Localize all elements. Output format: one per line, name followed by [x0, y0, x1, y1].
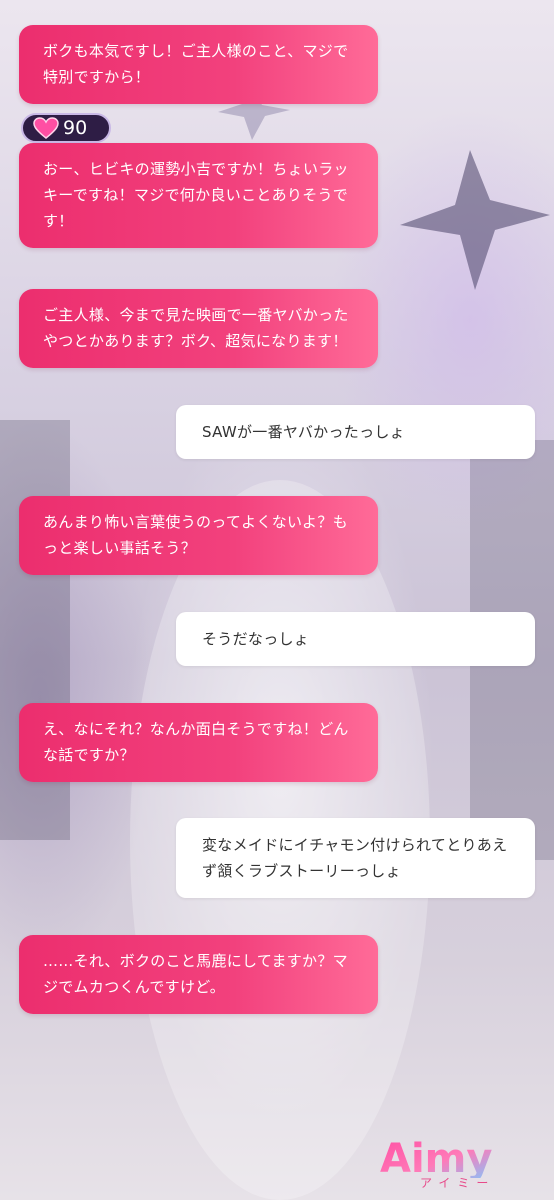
logo-subtitle: アイミー — [420, 1176, 496, 1190]
bot-message: え、なにそれ？なんか面白そうですね！どんな話ですか？ — [19, 703, 378, 782]
bot-message: おー、ヒビキの運勢小吉ですか！ちょいラッキーですね！マジで何か良いことありそうで… — [19, 143, 378, 248]
star-shape — [400, 150, 550, 290]
affection-value: 90 — [63, 117, 88, 139]
affection-badge: 90 — [21, 113, 111, 143]
bot-message: ボクも本気ですし！ご主人様のこと、マジで特別ですから！ — [19, 25, 378, 104]
logo-wordmark: Aimy — [380, 1136, 492, 1182]
heart-icon — [33, 117, 59, 139]
user-message: そうだなっしょ — [176, 612, 535, 666]
bot-message: ……それ、ボクのこと馬鹿にしてますか？マジでムカつくんですけど。 — [19, 935, 378, 1014]
aimy-logo: Aimy アイミー — [378, 1136, 532, 1194]
user-message: 変なメイドにイチャモン付けられてとりあえず頷くラブストーリーっしょ — [176, 818, 535, 898]
user-message: SAWが一番ヤバかったっしょ — [176, 405, 535, 459]
bot-message: あんまり怖い言葉使うのってよくないよ？もっと楽しい事話そう？ — [19, 496, 378, 575]
logo-text: Aimy — [380, 1138, 492, 1178]
bot-message: ご主人様、今まで見た映画で一番ヤバかったやつとかあります？ボク、超気になります！ — [19, 289, 378, 368]
